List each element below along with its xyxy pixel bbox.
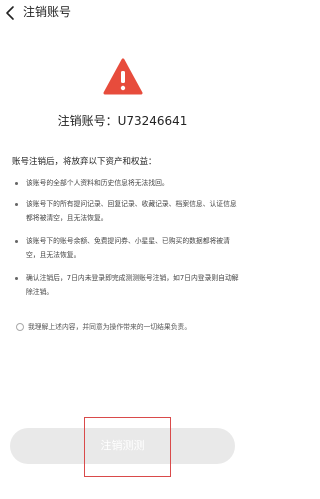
back-arrow-icon[interactable] [3, 5, 19, 21]
page-title: 注销账号 [23, 5, 72, 19]
bullet-dot-icon [15, 182, 18, 185]
agreement-text: 我理解上述内容，并同意为操作带来的一切结果负责。 [28, 323, 192, 331]
loss-item: 确认注销后，7日内未登录即完成测测账号注销，如7日内登录则自动解除注销。 [15, 271, 241, 299]
nav-bar: 注销账号 [0, 0, 245, 26]
account-id-title: 注销账号：U73246641 [57, 114, 188, 128]
loss-item-text: 该账号的全部个人资料和历史信息将无法找回。 [26, 179, 169, 187]
radio-circle-icon[interactable] [16, 323, 24, 331]
loss-item-text: 确认注销后，7日内未登录即完成测测账号注销，如7日内登录则自动解除注销。 [26, 274, 239, 296]
loss-item: 该账号下的所有提问记录、回复记录、收藏记录、档案信息、认证信息都将被清空，且无法… [15, 197, 241, 225]
loss-item-text: 该账号下的所有提问记录、回复记录、收藏记录、档案信息、认证信息都将被清空，且无法… [26, 200, 237, 222]
loss-item: 该账号下的账号余额、免费提问券、小星星、已购买的数据都将被清空，且无法恢复。 [15, 234, 241, 262]
bullet-dot-icon [15, 203, 18, 206]
loss-item-text: 该账号下的账号余额、免费提问券、小星星、已购买的数据都将被清空，且无法恢复。 [26, 237, 230, 259]
cancel-account-button[interactable]: 注销测测 [10, 428, 235, 464]
loss-intro-text: 账号注销后，将放弃以下资产和权益： [12, 157, 157, 167]
agreement-checkbox[interactable]: 我理解上述内容，并同意为操作带来的一切结果负责。 [16, 320, 242, 334]
loss-item: 该账号的全部个人资料和历史信息将无法找回。 [15, 176, 241, 190]
page: 注销账号 注销账号：U73246641 账号注销后，将放弃以下资产和权益： 该账… [0, 0, 245, 499]
bullet-dot-icon [15, 240, 18, 243]
bullet-dot-icon [15, 277, 18, 280]
warning-exclamation-icon [103, 58, 143, 95]
